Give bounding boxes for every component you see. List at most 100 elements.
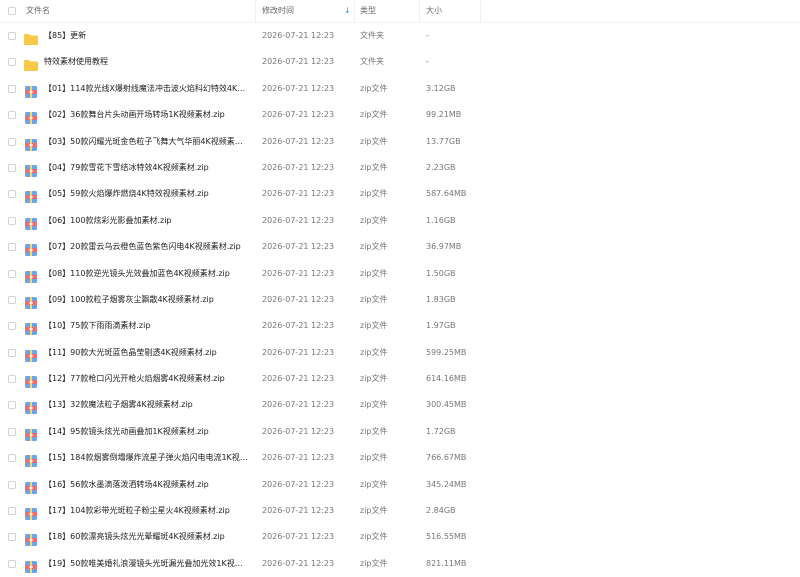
table-row[interactable]: 【17】104款彩带光斑粒子粉尘星火4K视频素材.zip 2026-07-21 1… — [0, 498, 800, 524]
row-checkbox[interactable] — [8, 58, 16, 67]
table-row[interactable]: 【09】100款粒子烟雾灰尘飘散4K视频素材.zip 2026-07-21 12:… — [0, 287, 800, 313]
row-checkbox[interactable] — [8, 32, 16, 40]
row-checkbox[interactable] — [8, 216, 16, 225]
file-size: 1.83GB — [426, 294, 456, 304]
header-size[interactable]: 大小 — [426, 0, 442, 22]
modified-time: 2026-07-21 12:23 — [262, 83, 335, 93]
modified-time: 2026-07-21 12:23 — [262, 242, 335, 252]
file-name[interactable]: 【11】90款大光斑蓝色晶莹剔透4K视频素材.zip — [44, 340, 250, 366]
modified-time: 2026-07-21 12:23 — [262, 479, 335, 489]
zip-icon — [24, 136, 38, 151]
file-name[interactable]: 【05】59款火焰爆炸燃烧4K特效视频素材.zip — [44, 181, 250, 207]
file-type: zip文件 — [360, 136, 388, 146]
table-row[interactable]: 【15】184款烟雾倒塌爆炸流星子弹火焰闪电电流1K视频... 2026-07-2… — [0, 445, 800, 471]
row-checkbox[interactable] — [8, 295, 16, 304]
file-size: 599.25MB — [426, 347, 467, 357]
modified-time: 2026-07-21 12:23 — [262, 558, 335, 568]
table-row[interactable]: 【01】114款光线X爆射线魔法冲击波火焰科幻特效4K视... 2026-07-2… — [0, 76, 800, 102]
table-row[interactable]: 【06】100款炫彩光影叠加素材.zip 2026-07-21 12:23 zip文… — [0, 208, 800, 234]
header-name[interactable]: 文件名 — [26, 0, 50, 22]
row-checkbox[interactable] — [8, 322, 16, 331]
row-checkbox[interactable] — [8, 427, 16, 436]
file-name[interactable]: 【08】110款逆光镜头光效叠加蓝色4K视频素材.zip — [44, 261, 250, 287]
file-name[interactable]: 【09】100款粒子烟雾灰尘飘散4K视频素材.zip — [44, 287, 250, 313]
file-name[interactable]: 【14】95款镜头炫光动画叠加1K视频素材.zip — [44, 419, 250, 445]
file-name[interactable]: 【13】32款魔法粒子烟雾4K视频素材.zip — [44, 392, 250, 418]
row-checkbox[interactable] — [8, 507, 16, 516]
table-row[interactable]: 【03】50款闪耀光斑金色粒子飞舞大气华丽4K视频素材.z... 2026-07-… — [0, 129, 800, 155]
table-row[interactable]: 【13】32款魔法粒子烟雾4K视频素材.zip 2026-07-21 12:23 z… — [0, 392, 800, 418]
column-divider — [480, 0, 481, 22]
table-row[interactable]: 【16】56款水墨滴落泼洒转场4K视频素材.zip 2026-07-21 12:2… — [0, 472, 800, 498]
table-row[interactable]: 【08】110款逆光镜头光效叠加蓝色4K视频素材.zip 2026-07-21 1… — [0, 261, 800, 287]
file-size: 587.64MB — [426, 189, 467, 199]
folder-icon — [24, 30, 38, 45]
file-type: zip文件 — [360, 242, 388, 252]
file-name[interactable]: 【06】100款炫彩光影叠加素材.zip — [44, 208, 250, 234]
file-name[interactable]: 【16】56款水墨滴落泼洒转场4K视频素材.zip — [44, 472, 250, 498]
table-row[interactable]: 【19】50款唯美婚礼浪漫镜头光斑漏光叠加光效1K视频... 2026-07-21… — [0, 551, 800, 577]
file-type: zip文件 — [360, 506, 388, 516]
zip-icon — [24, 531, 38, 547]
file-name[interactable]: 【18】60款漂亮镜头炫光光晕耀斑4K视频素材.zip — [44, 524, 250, 550]
file-name[interactable]: 【17】104款彩带光斑粒子粉尘星火4K视频素材.zip — [44, 498, 250, 524]
table-row[interactable]: 【18】60款漂亮镜头炫光光晕耀斑4K视频素材.zip 2026-07-21 12… — [0, 524, 800, 550]
file-name[interactable]: 【01】114款光线X爆射线魔法冲击波火焰科幻特效4K视... — [44, 76, 250, 102]
file-size: 300.45MB — [426, 400, 467, 410]
row-checkbox[interactable] — [8, 111, 16, 120]
header-type[interactable]: 类型 — [360, 0, 376, 22]
table-row[interactable]: 【10】75款下雨雨滴素材.zip 2026-07-21 12:23 zip文件 1.… — [0, 313, 800, 339]
file-name[interactable]: 【19】50款唯美婚礼浪漫镜头光斑漏光叠加光效1K视频... — [44, 551, 250, 577]
file-type: zip文件 — [360, 83, 388, 93]
file-size: 99.21MB — [426, 110, 462, 120]
row-checkbox[interactable] — [8, 533, 16, 542]
table-row[interactable]: 特效素材使用教程 2026-07-21 12:23 文件夹 - — [0, 49, 800, 75]
file-name[interactable]: 【04】79款雪花下雪结冰特效4K视频素材.zip — [44, 155, 250, 181]
header-modified-time[interactable]: 修改时间 — [262, 0, 294, 22]
row-checkbox[interactable] — [8, 375, 16, 384]
row-checkbox[interactable] — [8, 559, 16, 568]
file-type: zip文件 — [360, 215, 388, 225]
file-name[interactable]: 【15】184款烟雾倒塌爆炸流星子弹火焰闪电电流1K视频... — [44, 445, 250, 471]
row-checkbox[interactable] — [8, 84, 16, 93]
table-row[interactable]: 【11】90款大光斑蓝色晶莹剔透4K视频素材.zip 2026-07-21 12:… — [0, 340, 800, 366]
modified-time: 2026-07-21 12:23 — [262, 57, 335, 67]
file-type: zip文件 — [360, 400, 388, 410]
table-row[interactable]: 【12】77款枪口闪光开枪火焰烟雾4K视频素材.zip 2026-07-21 12… — [0, 366, 800, 392]
file-type: zip文件 — [360, 453, 388, 463]
row-checkbox[interactable] — [8, 454, 16, 463]
modified-time: 2026-07-21 12:23 — [262, 268, 335, 278]
file-size: 614.16MB — [426, 374, 467, 384]
file-name[interactable]: 特效素材使用教程 — [44, 49, 250, 75]
row-checkbox[interactable] — [8, 137, 16, 146]
file-name[interactable]: 【07】20款雷云乌云橙色蓝色紫色闪电4K视频素材.zip — [44, 234, 250, 260]
modified-time: 2026-07-21 12:23 — [262, 162, 335, 172]
file-name[interactable]: 【03】50款闪耀光斑金色粒子飞舞大气华丽4K视频素材.z... — [44, 129, 250, 155]
table-row[interactable]: 【04】79款雪花下雪结冰特效4K视频素材.zip 2026-07-21 12:2… — [0, 155, 800, 181]
file-name[interactable]: 【02】36款舞台片头动画开场转场1K视频素材.zip — [44, 102, 250, 128]
table-row[interactable]: 【02】36款舞台片头动画开场转场1K视频素材.zip 2026-07-21 12… — [0, 102, 800, 128]
modified-time: 2026-07-21 12:23 — [262, 215, 335, 225]
table-row[interactable]: 【05】59款火焰爆炸燃烧4K特效视频素材.zip 2026-07-21 12:2… — [0, 181, 800, 207]
row-checkbox[interactable] — [8, 243, 16, 252]
table-row[interactable]: 【07】20款雷云乌云橙色蓝色紫色闪电4K视频素材.zip 2026-07-21 … — [0, 234, 800, 260]
file-type: zip文件 — [360, 374, 388, 384]
row-checkbox[interactable] — [8, 480, 16, 489]
zip-icon — [24, 373, 38, 389]
file-rows: 【85】更新 2026-07-21 12:23 文件夹 - 特效素材使用教程 2026-0… — [0, 23, 800, 577]
row-checkbox[interactable] — [8, 269, 16, 278]
file-name[interactable]: 【85】更新 — [44, 23, 250, 49]
modified-time: 2026-07-21 12:23 — [262, 110, 335, 120]
table-row[interactable]: 【14】95款镜头炫光动画叠加1K视频素材.zip 2026-07-21 12:2… — [0, 419, 800, 445]
file-name[interactable]: 【10】75款下雨雨滴素材.zip — [44, 313, 250, 339]
row-checkbox[interactable] — [8, 348, 16, 357]
file-name[interactable]: 【12】77款枪口闪光开枪火焰烟雾4K视频素材.zip — [44, 366, 250, 392]
row-checkbox[interactable] — [8, 401, 16, 410]
file-size: 13.77GB — [426, 136, 461, 146]
zip-icon — [24, 505, 38, 521]
row-checkbox[interactable] — [8, 190, 16, 199]
sort-descending-icon[interactable]: ↓ — [344, 0, 351, 22]
row-checkbox[interactable] — [8, 163, 16, 172]
table-row[interactable]: 【85】更新 2026-07-21 12:23 文件夹 - — [0, 23, 800, 49]
select-all-checkbox[interactable] — [8, 7, 16, 15]
